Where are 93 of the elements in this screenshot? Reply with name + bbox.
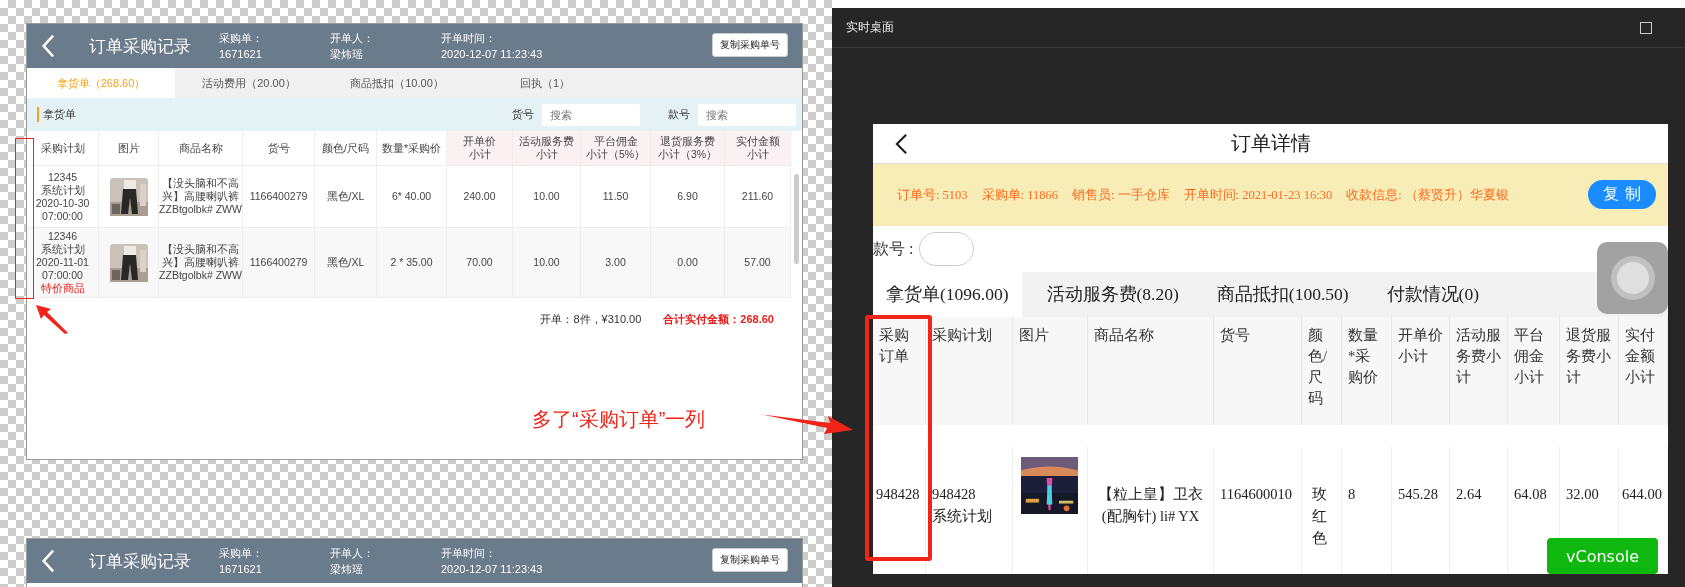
field-label: 开单时间：	[441, 546, 497, 561]
column-header: 商品名称	[1094, 326, 1154, 345]
column-header: 活动服务费小计	[1456, 326, 1501, 387]
table-cell: 6* 40.00	[391, 190, 432, 203]
page-title: 订单采购记录	[89, 35, 192, 58]
search-field[interactable]: 搜索	[698, 103, 796, 126]
tab[interactable]: 活动费用（20.00）	[175, 68, 323, 98]
column-header: 货号	[243, 131, 315, 166]
annotation-text: 多了“采购订单”一列	[532, 407, 706, 432]
column-header: 颜色/尺码	[315, 131, 377, 166]
filter-label: 货号	[512, 107, 534, 122]
tab[interactable]: 回执（1）	[471, 68, 619, 98]
table-cell: 240.00	[463, 190, 496, 203]
table-cell: 12345 系统计划 2020-10-30 07:00:00	[35, 170, 90, 223]
special-tag: 特价商品	[40, 282, 85, 295]
search-field[interactable]: 搜索	[542, 103, 640, 126]
table-cell: 10.00	[533, 190, 560, 203]
table-cell: 11.50	[602, 190, 629, 203]
column-header: 开单价 小计	[447, 131, 513, 166]
page-title: 订单详情	[1230, 130, 1311, 157]
tab[interactable]: 活动服务费(8.20)	[1033, 272, 1192, 317]
table-cell-text: 2.64	[1456, 485, 1482, 504]
table-cell-text: 948428 系统计划	[932, 485, 992, 526]
field-label: 采购单：	[219, 31, 264, 46]
table-cell: 10.00	[533, 256, 560, 269]
tab[interactable]: 商品抵扣(100.50)	[1203, 272, 1362, 317]
table-cell-text: 545.28	[1398, 485, 1438, 504]
table-cell-text: 【粒上皇】卫衣(配胸针) li# YX	[1097, 485, 1204, 526]
copy-button[interactable]: 复制采购单号	[712, 33, 788, 57]
table-cell: 【没头脑和不高 兴】高腰喇叭裤 ZZBtgolbk# ZWW	[159, 177, 242, 216]
tab[interactable]: 付款情况(0)	[1373, 272, 1492, 317]
table-cell-text: 644.00	[1622, 485, 1662, 504]
column-header: 采购计划	[932, 326, 992, 345]
table-cell: 1166400279	[249, 256, 308, 269]
field-value: 2020-12-07 11:23:43	[441, 562, 543, 577]
tab[interactable]: 商品抵扣（10.00）	[323, 68, 471, 98]
table-cell-text: 32.00	[1566, 485, 1599, 504]
column-header: 采购计划	[27, 131, 99, 166]
table-cell-text: 1164600010	[1220, 485, 1292, 504]
order-summary: 开单：8件，¥310.00	[540, 312, 642, 327]
column-header: 采购订单	[879, 326, 910, 366]
info-text: 销售员: 一手仓库	[1072, 186, 1170, 204]
table-cell: 黑色/XL	[326, 256, 365, 269]
column-header: 退货服务费 小计（3%）	[651, 131, 725, 166]
field-label: 开单时间：	[441, 31, 497, 46]
column-header: 数量*采购价	[1348, 326, 1379, 387]
table-cell-text: 64.08	[1514, 485, 1547, 504]
tab[interactable]: 拿货单(1096.00)	[873, 272, 1022, 317]
column-header: 商品名称	[159, 131, 243, 166]
table-cell: 0.00	[677, 256, 698, 269]
table-cell-text: 8	[1348, 485, 1356, 504]
column-header: 颜色/尺码	[1308, 326, 1329, 408]
total-amount: 合计实付金额：268.60	[663, 312, 774, 327]
column-header: 平台佣金 小计（5%）	[581, 131, 651, 166]
table-cell: 211.60	[741, 190, 774, 203]
column-header: 活动服务费 小计	[513, 131, 581, 166]
field-value: 2020-12-07 11:23:43	[441, 47, 543, 62]
column-header: 开单价小计	[1398, 326, 1443, 366]
info-text: 订单号: 5103	[897, 186, 968, 204]
field-value: 梁炜瑶	[330, 562, 364, 577]
table-cell-text: 玫红色	[1312, 485, 1328, 548]
table-cell: 1166400279	[249, 190, 308, 203]
column-header: 图片	[99, 131, 159, 166]
table-cell: 【没头脑和不高 兴】高腰喇叭裤 ZZBtgolbk# ZWW	[159, 243, 242, 282]
filter-label: 款号	[668, 107, 690, 122]
column-header: 货号	[1220, 326, 1250, 345]
table-cell: 70.00	[466, 256, 493, 269]
table-cell: 6.90	[677, 190, 698, 203]
page-title: 订单采购记录	[89, 550, 192, 573]
info-text: 开单时间: 2021-01-23 16:30	[1183, 186, 1333, 204]
table-cell-text: 948428	[876, 485, 920, 504]
table-cell: 12346 系统计划 2020-11-01 07:00:00	[36, 230, 89, 282]
copy-button[interactable]: 复制采购单号	[712, 548, 788, 572]
table-cell: 57.00	[744, 256, 771, 269]
column-header: 退货服务费小计	[1566, 326, 1612, 387]
field-label: 开单人：	[330, 546, 375, 561]
field-label: 采购单：	[219, 546, 264, 561]
column-header: 平台佣金小计	[1514, 326, 1545, 387]
info-text: 采购单: 11866	[981, 186, 1058, 204]
column-header: 实付金额小计	[1625, 326, 1656, 387]
section-title: 拿货单	[37, 107, 76, 122]
field-value: 1671621	[219, 562, 263, 577]
info-text: 收款信息: （蔡贤升）华夏银	[1346, 186, 1509, 204]
field-value: 1671621	[219, 47, 263, 62]
search-label: 款号 :	[873, 238, 914, 259]
window-title: 实时桌面	[846, 19, 894, 36]
table-cell: 3.00	[605, 256, 626, 269]
table-cell: 黑色/XL	[326, 190, 365, 203]
column-header: 实付金额 小计	[725, 131, 791, 166]
field-value: 梁炜瑶	[330, 47, 364, 62]
table-cell: 2 * 35.00	[390, 256, 433, 269]
field-label: 开单人：	[330, 31, 375, 46]
column-header: 图片	[1019, 326, 1049, 345]
